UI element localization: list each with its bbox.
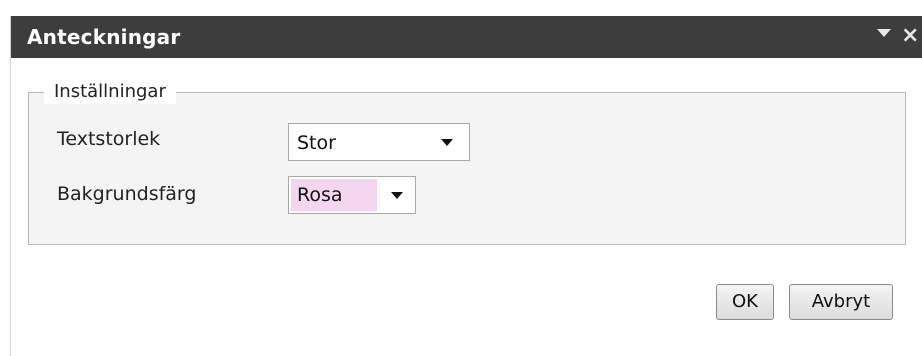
- chevron-down-icon[interactable]: [877, 29, 891, 37]
- settings-fieldset: [28, 92, 906, 245]
- close-icon[interactable]: ×: [901, 22, 919, 50]
- settings-legend: Inställningar: [44, 80, 176, 104]
- ok-button[interactable]: OK: [716, 284, 774, 320]
- cancel-button[interactable]: Avbryt: [789, 284, 893, 320]
- dropdown-arrow-icon: [391, 192, 403, 199]
- background-color-select[interactable]: Rosa: [288, 176, 416, 214]
- background-color-label: Bakgrundsfärg: [57, 183, 197, 205]
- text-size-label: Textstorlek: [57, 128, 161, 150]
- background-color-value: Rosa: [291, 179, 377, 211]
- dialog-titlebar[interactable]: Anteckningar ×: [11, 16, 922, 58]
- text-size-value: Stor: [297, 132, 336, 154]
- dialog-title: Anteckningar: [27, 25, 181, 49]
- text-size-select[interactable]: Stor: [288, 123, 470, 161]
- dropdown-arrow-icon: [441, 139, 453, 146]
- notes-dialog: Anteckningar × Inställningar Textstorlek…: [10, 16, 922, 356]
